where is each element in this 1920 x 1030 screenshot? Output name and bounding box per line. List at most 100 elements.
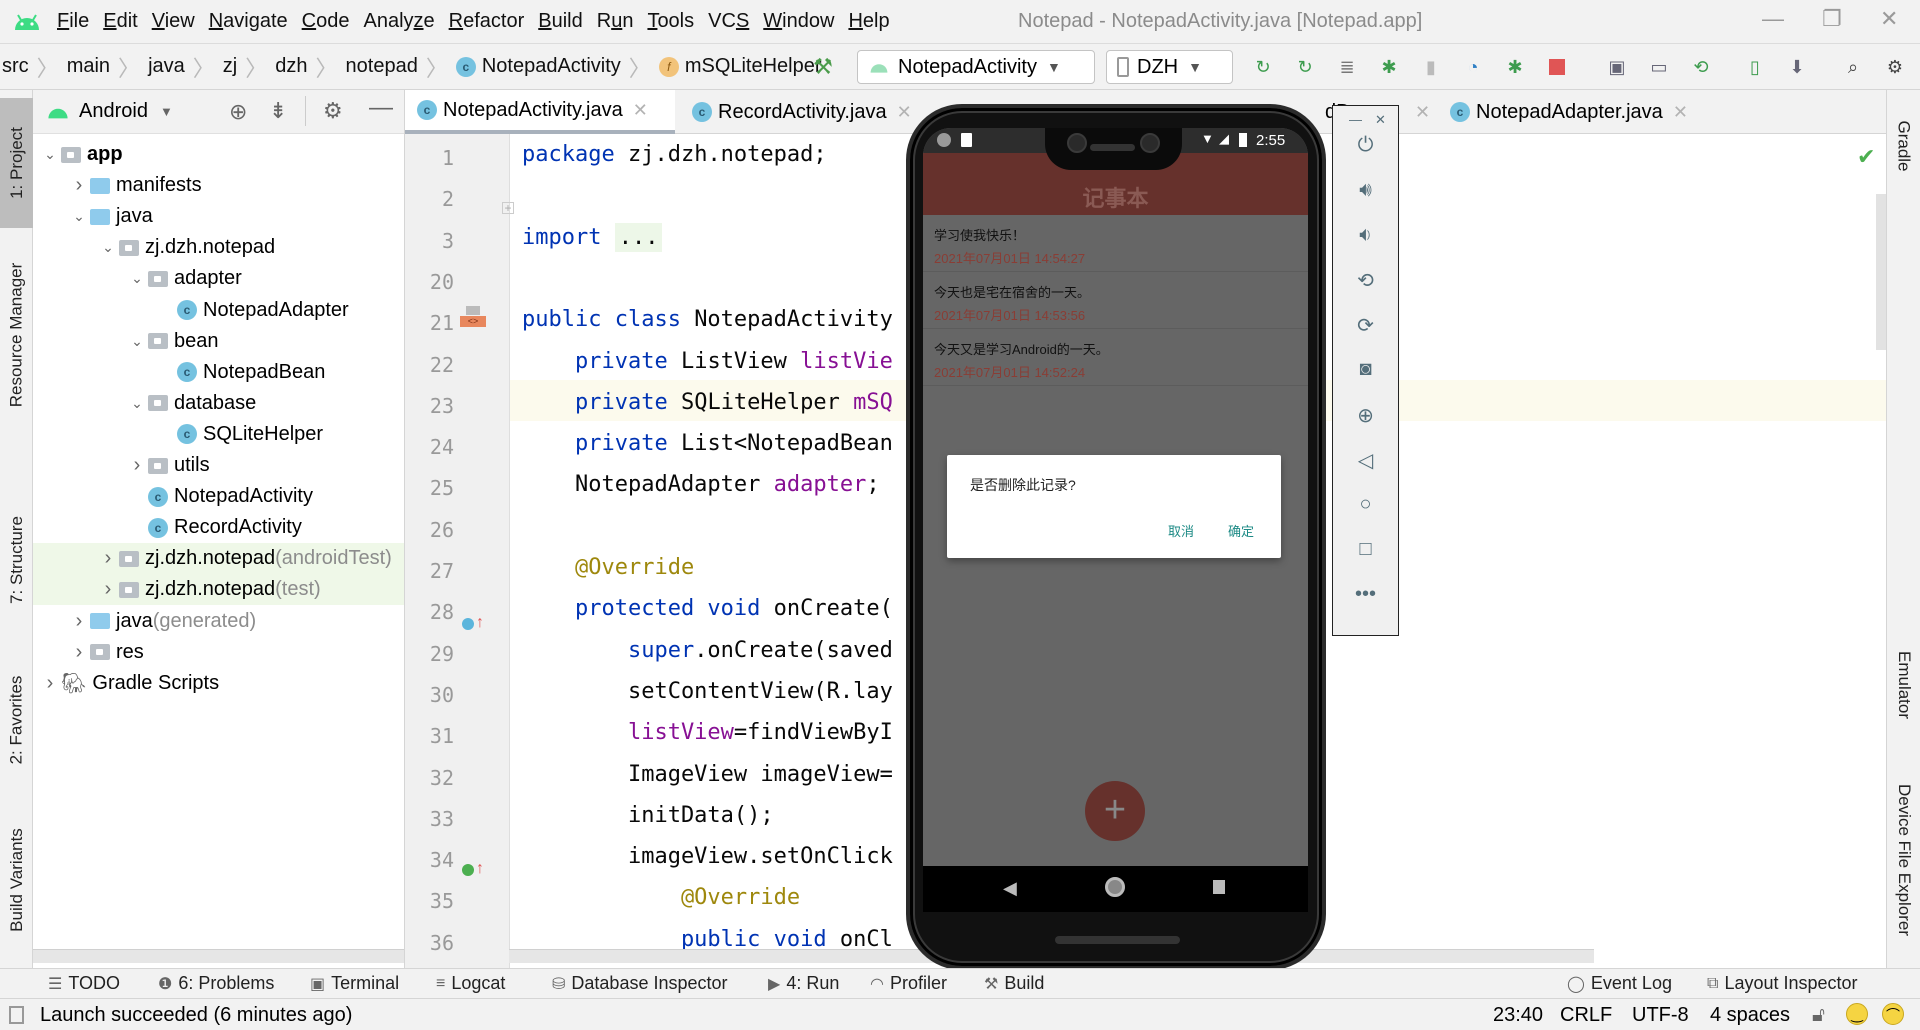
tree-item[interactable]: ⌄ database	[33, 388, 404, 419]
tool-database-inspector[interactable]: ⛁ Database Inspector	[552, 973, 728, 994]
breadcrumb-notepadactivity[interactable]: NotepadActivity	[482, 55, 621, 78]
menu-refactor[interactable]: Refactor	[442, 10, 532, 33]
zoom-icon[interactable]: ⊕	[1333, 403, 1398, 428]
menu-view[interactable]: View	[145, 10, 202, 33]
list-item[interactable]: 今天又是学习Android的一天。 2021年07月01日 14:52:24	[923, 329, 1308, 386]
tree-item[interactable]: › res	[33, 637, 404, 668]
tab-notepadactivity-java[interactable]: c NotepadActivity.java ✕	[405, 90, 675, 134]
sdk-manager-icon[interactable]: ▭	[1648, 56, 1670, 78]
nav-back-icon[interactable]: ◀	[1003, 878, 1017, 899]
dialog-confirm-button[interactable]: 确定	[1228, 521, 1254, 540]
status-message[interactable]: Launch succeeded (6 minutes ago)	[40, 1004, 352, 1027]
tree-item[interactable]: c NotepadAdapter	[33, 295, 404, 326]
implemented-marker-icon[interactable]: <>	[460, 306, 486, 328]
sdk-icon[interactable]: ⬇	[1786, 56, 1808, 78]
rotate-right-icon[interactable]: ⟳	[1333, 313, 1398, 338]
tab-device-file-explorer[interactable]: Device File Explorer	[1887, 760, 1920, 960]
close-tab-icon[interactable]: ✕	[1673, 102, 1688, 123]
tree-item[interactable]: c NotepadBean	[33, 357, 404, 388]
camera-icon[interactable]: ◙	[1333, 358, 1398, 381]
overview-icon[interactable]: □	[1333, 538, 1398, 561]
menu-edit[interactable]: Edit	[96, 10, 144, 33]
breadcrumb-dzh[interactable]: dzh	[275, 55, 307, 78]
breadcrumb-main[interactable]: main	[67, 55, 110, 78]
apply-changes-restart-icon[interactable]: ↻	[1252, 56, 1274, 78]
run-configuration-select[interactable]: NotepadActivity ▼	[857, 50, 1095, 84]
close-tab-icon[interactable]: ✕	[897, 102, 912, 123]
menu-build[interactable]: Build	[531, 10, 589, 33]
search-icon[interactable]: ⌕	[1842, 56, 1864, 78]
debug-bug-icon[interactable]: ✱	[1504, 56, 1526, 78]
tool-logcat[interactable]: ≡ Logcat	[436, 973, 505, 994]
tree-item[interactable]: c NotepadActivity	[33, 481, 404, 512]
tab-build-variants[interactable]: Build Variants	[0, 795, 33, 965]
chevron-right-icon[interactable]: ›	[39, 672, 61, 695]
tab-structure[interactable]: 7: Structure	[0, 490, 33, 630]
hammer-icon[interactable]: ⚒	[812, 54, 834, 79]
attach-debugger-icon[interactable]: ▮	[1420, 56, 1442, 78]
close-tab-icon[interactable]: ✕	[633, 100, 648, 121]
chevron-down-icon[interactable]: ⌄	[126, 333, 148, 350]
hide-panel-icon[interactable]: —	[369, 94, 393, 122]
rotate-left-icon[interactable]: ⟲	[1333, 268, 1398, 293]
tree-item[interactable]: ⌄ app	[33, 139, 404, 170]
tree-item[interactable]: › java (generated)	[33, 606, 404, 637]
chevron-down-icon[interactable]: ⌄	[68, 208, 90, 225]
tree-item[interactable]: c RecordActivity	[33, 512, 404, 543]
nav-home-icon[interactable]	[1105, 877, 1125, 897]
more-icon[interactable]: •••	[1333, 583, 1398, 606]
tool-layout-inspector[interactable]: ⧉ Layout Inspector	[1707, 973, 1858, 994]
add-record-fab[interactable]: +	[1085, 781, 1145, 841]
tree-item[interactable]: › utils	[33, 450, 404, 481]
breadcrumb-msqlitehelper[interactable]: mSQLiteHelper	[685, 55, 822, 78]
back-icon[interactable]: ◁	[1333, 448, 1398, 473]
chevron-down-icon[interactable]: ⌄	[126, 270, 148, 287]
tab-emulator[interactable]: Emulator	[1887, 630, 1920, 740]
settings-icon[interactable]: ⚙	[1884, 56, 1906, 78]
tab-favorites[interactable]: 2: Favorites	[0, 650, 33, 790]
chevron-down-icon[interactable]: ⌄	[39, 146, 61, 163]
avd-manager-icon[interactable]: ▯	[1744, 56, 1766, 78]
tab-recordactivity-java[interactable]: c RecordActivity.java ✕	[680, 90, 940, 134]
tree-item[interactable]: ⌄ java	[33, 201, 404, 232]
editor-vertical-scrollbar[interactable]	[1876, 194, 1886, 350]
override-marker-icon[interactable]: ↑	[462, 860, 488, 880]
apply-code-changes-icon[interactable]: ↻	[1294, 56, 1316, 78]
maximize-button[interactable]: ❐	[1822, 6, 1842, 32]
tree-item[interactable]: › zj.dzh.notepad (androidTest)	[33, 543, 404, 575]
toggle-tool-windows-icon[interactable]	[9, 1006, 24, 1024]
breadcrumb-zj[interactable]: zj	[223, 55, 237, 78]
tool-terminal[interactable]: ▣ Terminal	[310, 973, 399, 994]
chevron-right-icon[interactable]: ›	[68, 641, 90, 664]
tool-todo[interactable]: ☰ TODO	[48, 973, 120, 994]
file-encoding[interactable]: UTF-8	[1632, 1004, 1689, 1027]
chevron-right-icon[interactable]: ›	[68, 174, 90, 197]
tree-item[interactable]: ⌄ adapter	[33, 263, 404, 294]
menu-analyze[interactable]: Analyze	[356, 10, 441, 33]
breadcrumb-java[interactable]: java	[148, 55, 185, 78]
override-marker-icon[interactable]: ↑	[462, 614, 488, 634]
stop-icon[interactable]	[1546, 56, 1568, 78]
project-horizontal-scrollbar[interactable]	[33, 949, 404, 963]
tool-run[interactable]: ▶ 4: Run	[768, 973, 839, 994]
close-window-button[interactable]: ✕	[1880, 6, 1898, 32]
project-structure-icon[interactable]: ▣	[1606, 56, 1628, 78]
menu-navigate[interactable]: Navigate	[202, 10, 295, 33]
happy-feedback-icon[interactable]: ‿	[1846, 1003, 1868, 1025]
collapse-all-icon[interactable]: ⇟	[269, 98, 287, 124]
logcat-icon[interactable]: ≣	[1336, 56, 1358, 78]
home-icon[interactable]: ○	[1333, 493, 1398, 516]
emulator-minimize-icon[interactable]: —	[1349, 112, 1362, 127]
sync-icon[interactable]: ⟲	[1690, 56, 1712, 78]
volume-up-icon[interactable]: 🔊︎	[1333, 179, 1398, 202]
menu-window[interactable]: Window	[756, 10, 841, 33]
indent-setting[interactable]: 4 spaces	[1710, 1004, 1790, 1027]
tab-notepadbean-close[interactable]: ✕	[1405, 90, 1435, 134]
chevron-down-icon[interactable]: ▼	[160, 104, 173, 119]
sad-feedback-icon[interactable]: ⌒	[1882, 1003, 1904, 1025]
tab-resource-manager[interactable]: Resource Manager	[0, 240, 33, 430]
tool-problems[interactable]: ❶ 6: Problems	[158, 973, 274, 994]
chevron-right-icon[interactable]: ›	[126, 454, 148, 477]
emulator-close-icon[interactable]: ✕	[1375, 112, 1386, 128]
tree-item[interactable]: › zj.dzh.notepad (test)	[33, 574, 404, 606]
